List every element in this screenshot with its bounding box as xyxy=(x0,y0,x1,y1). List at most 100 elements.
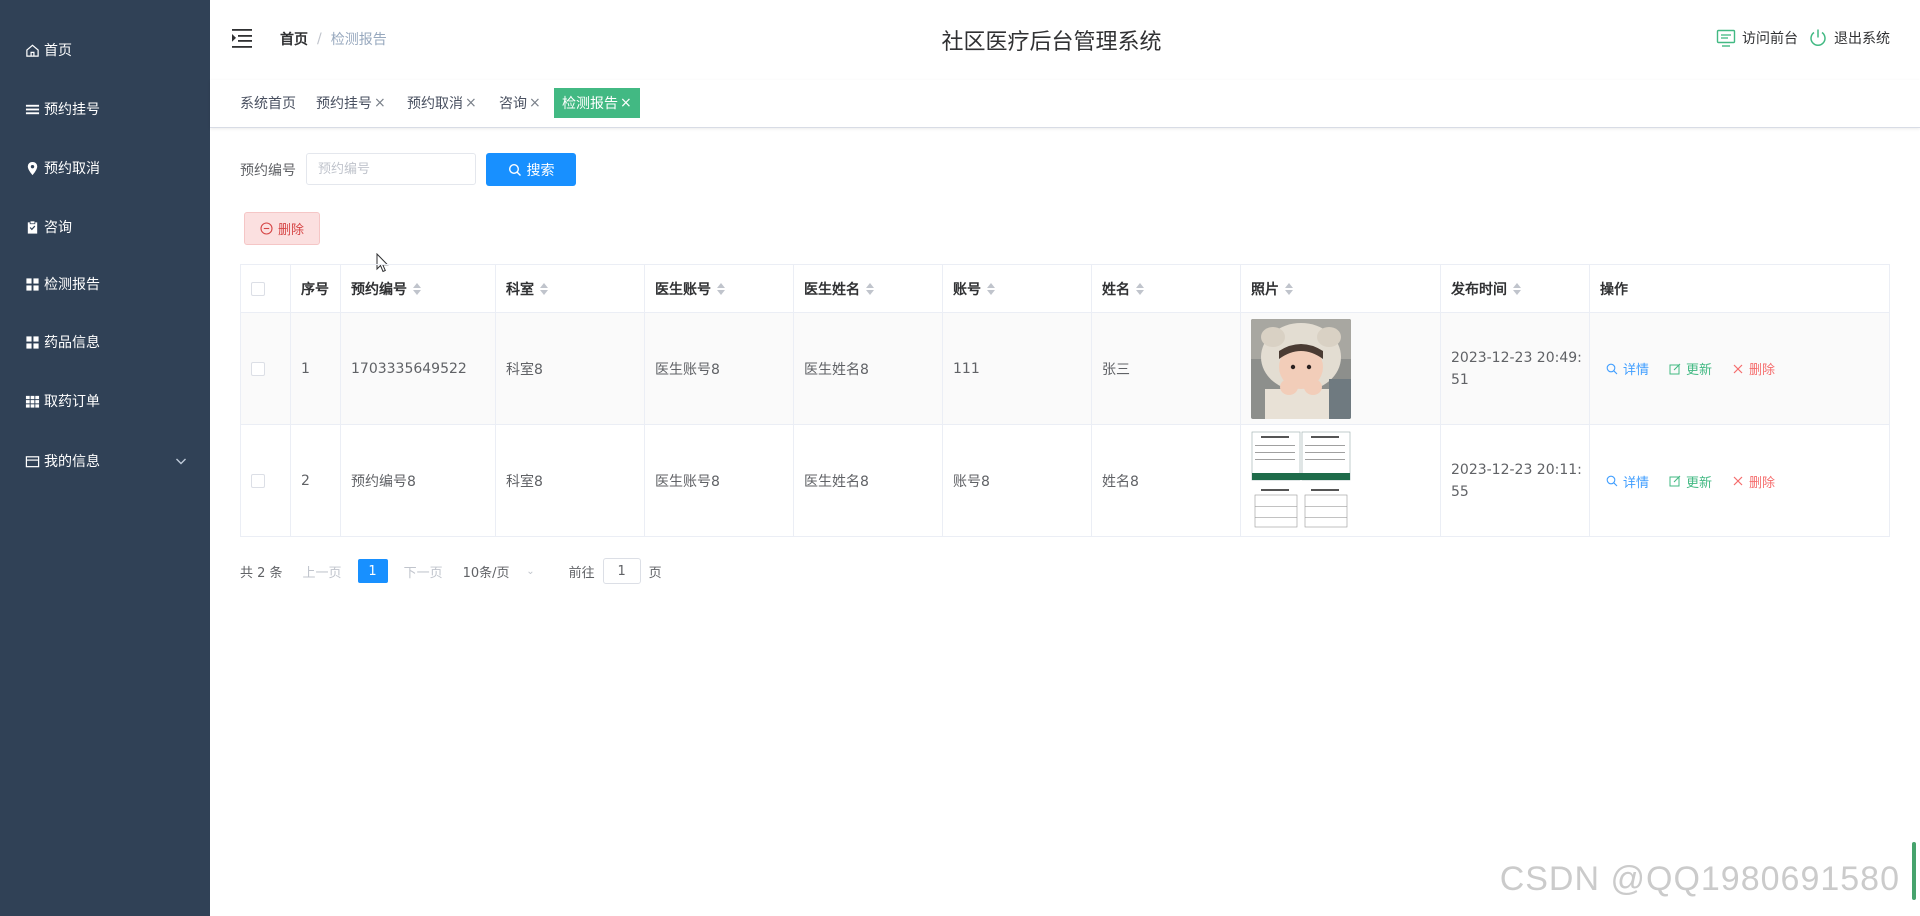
delete-label: 删除 xyxy=(1749,475,1776,491)
column-header: 序号 xyxy=(291,265,341,312)
tag-label: 咨询 xyxy=(499,96,527,112)
cell-name: 姓名8 xyxy=(1092,425,1241,537)
column-header[interactable]: 发布时间 xyxy=(1441,265,1590,312)
tag-consult[interactable]: 咨询 × xyxy=(491,88,549,118)
page-number-1[interactable]: 1 xyxy=(357,559,388,583)
logout-link[interactable]: 退出系统 xyxy=(1808,28,1890,48)
sort-icon[interactable] xyxy=(1285,282,1294,296)
search-button-label: 搜索 xyxy=(526,161,555,178)
sort-icon[interactable] xyxy=(717,282,726,296)
visit-front-link[interactable]: 访问前台 xyxy=(1716,28,1798,48)
sidebar-item-label: 预约挂号 xyxy=(44,102,100,118)
sidebar-item-label: 首页 xyxy=(44,43,72,59)
sidebar-item-report[interactable]: 检测报告 xyxy=(0,255,210,313)
row-checkbox[interactable] xyxy=(251,474,265,488)
header-select-all xyxy=(241,265,291,312)
select-all-checkbox[interactable] xyxy=(251,281,265,296)
column-header-label: 预约编号 xyxy=(351,281,407,298)
close-icon[interactable]: × xyxy=(529,95,541,111)
chevron-down-icon[interactable] xyxy=(174,454,188,468)
column-header-label: 账号 xyxy=(953,281,981,298)
column-header-label: 序号 xyxy=(301,281,329,298)
time-line: 2023-12-23 20:11: xyxy=(1451,462,1582,478)
sidebar-item-label: 咨询 xyxy=(44,220,72,236)
cell-name: 张三 xyxy=(1092,313,1241,424)
column-header[interactable]: 科室 xyxy=(496,265,645,312)
tag-label: 预约取消 xyxy=(407,96,463,112)
update-label: 更新 xyxy=(1686,363,1713,378)
minus-circle-icon xyxy=(260,222,273,235)
table-row[interactable]: 1 1703335649522 科室8 医生账号8 医生姓名8 111 张三 2… xyxy=(241,313,1889,425)
monitor-icon xyxy=(1716,29,1736,47)
table-header-row: 序号 预约编号 科室 医生账号 医生姓名 账号 姓名 照片 发布时间 操作 xyxy=(241,265,1889,313)
column-header[interactable]: 医生姓名 xyxy=(794,265,943,312)
page-size-select[interactable]: 10条/页 ⌄ xyxy=(459,558,539,584)
row-checkbox[interactable] xyxy=(251,361,265,376)
table-icon xyxy=(24,393,40,409)
cell-actions: 详情 更新 删除 xyxy=(1590,313,1889,424)
tag-system-home[interactable]: 系统首页 xyxy=(232,88,304,118)
close-icon[interactable]: × xyxy=(465,95,477,111)
detail-button[interactable]: 详情 xyxy=(1606,359,1649,378)
row-select-cell xyxy=(241,425,291,537)
delete-label: 删除 xyxy=(1749,363,1776,378)
child-photo[interactable] xyxy=(1251,318,1351,419)
tag-cancel[interactable]: 预约取消 × xyxy=(399,88,485,118)
sort-icon[interactable] xyxy=(1513,282,1522,296)
batch-delete-button[interactable]: 删除 xyxy=(244,212,320,245)
update-button[interactable]: 更新 xyxy=(1669,472,1712,491)
column-header[interactable]: 医生账号 xyxy=(645,265,794,312)
grid-icon xyxy=(24,276,40,292)
column-header-label: 医生姓名 xyxy=(804,281,860,298)
column-header[interactable]: 预约编号 xyxy=(341,265,496,312)
detail-button[interactable]: 详情 xyxy=(1606,472,1649,491)
document-photo[interactable] xyxy=(1251,431,1351,531)
tags-view: 系统首页 预约挂号 × 预约取消 × 咨询 × 检测报告 × xyxy=(210,80,1920,128)
sidebar-item-consult[interactable]: 咨询 xyxy=(0,198,210,256)
sort-icon[interactable] xyxy=(540,282,549,296)
sort-icon[interactable] xyxy=(413,282,422,296)
delete-button[interactable]: 删除 xyxy=(1732,359,1775,378)
list-icon xyxy=(24,101,40,117)
sidebar-item-appointment[interactable]: 预约挂号 xyxy=(0,80,210,138)
sort-icon[interactable] xyxy=(987,282,996,296)
sort-icon[interactable] xyxy=(1136,282,1145,296)
table-row[interactable]: 2 预约编号8 科室8 医生账号8 医生姓名8 账号8 姓名8 2023-12-… xyxy=(241,425,1889,537)
sidebar-item-label: 取药订单 xyxy=(44,394,100,410)
pagination: 共 2 条 上一页 1 下一页 10条/页 ⌄ 前往 页 xyxy=(240,558,662,584)
column-header[interactable]: 账号 xyxy=(943,265,1092,312)
cell-appointment-no: 预约编号8 xyxy=(341,425,496,537)
update-button[interactable]: 更新 xyxy=(1669,359,1712,378)
prev-page-button[interactable]: 上一页 xyxy=(303,562,342,581)
column-header[interactable]: 照片 xyxy=(1241,265,1441,312)
cell-department: 科室8 xyxy=(496,425,645,537)
cell-publish-time: 2023-12-23 20:11: 55 xyxy=(1441,425,1590,537)
sidebar-item-my-info[interactable]: 我的信息 xyxy=(0,432,210,490)
close-icon[interactable]: × xyxy=(374,95,386,111)
visit-front-label: 访问前台 xyxy=(1742,31,1798,47)
column-header[interactable]: 姓名 xyxy=(1092,265,1241,312)
batch-delete-label: 删除 xyxy=(277,222,304,237)
chevron-down-icon: ⌄ xyxy=(526,565,535,577)
delete-button[interactable]: 删除 xyxy=(1732,472,1775,491)
sidebar-item-cancel[interactable]: 预约取消 xyxy=(0,139,210,197)
search-input[interactable] xyxy=(306,153,476,185)
tag-appointment[interactable]: 预约挂号 × xyxy=(308,88,394,118)
wallet-icon xyxy=(24,453,40,469)
scrollbar[interactable] xyxy=(1912,842,1916,900)
logout-label: 退出系统 xyxy=(1834,31,1890,47)
goto-prefix: 前往 xyxy=(568,565,595,581)
cell-photo xyxy=(1241,313,1441,424)
cell-index: 1 xyxy=(291,313,341,424)
next-page-button[interactable]: 下一页 xyxy=(404,562,443,581)
sidebar-item-home[interactable]: 首页 xyxy=(0,21,210,79)
sidebar-item-orders[interactable]: 取药订单 xyxy=(0,372,210,430)
tag-report[interactable]: 检测报告 × xyxy=(554,88,640,118)
cell-department: 科室8 xyxy=(496,313,645,424)
sidebar-item-label: 预约取消 xyxy=(44,161,100,177)
search-button[interactable]: 搜索 xyxy=(486,153,576,186)
close-icon[interactable]: × xyxy=(620,95,632,111)
sidebar-item-medicine[interactable]: 药品信息 xyxy=(0,313,210,371)
goto-page-input[interactable] xyxy=(602,558,641,584)
sort-icon[interactable] xyxy=(866,282,875,296)
